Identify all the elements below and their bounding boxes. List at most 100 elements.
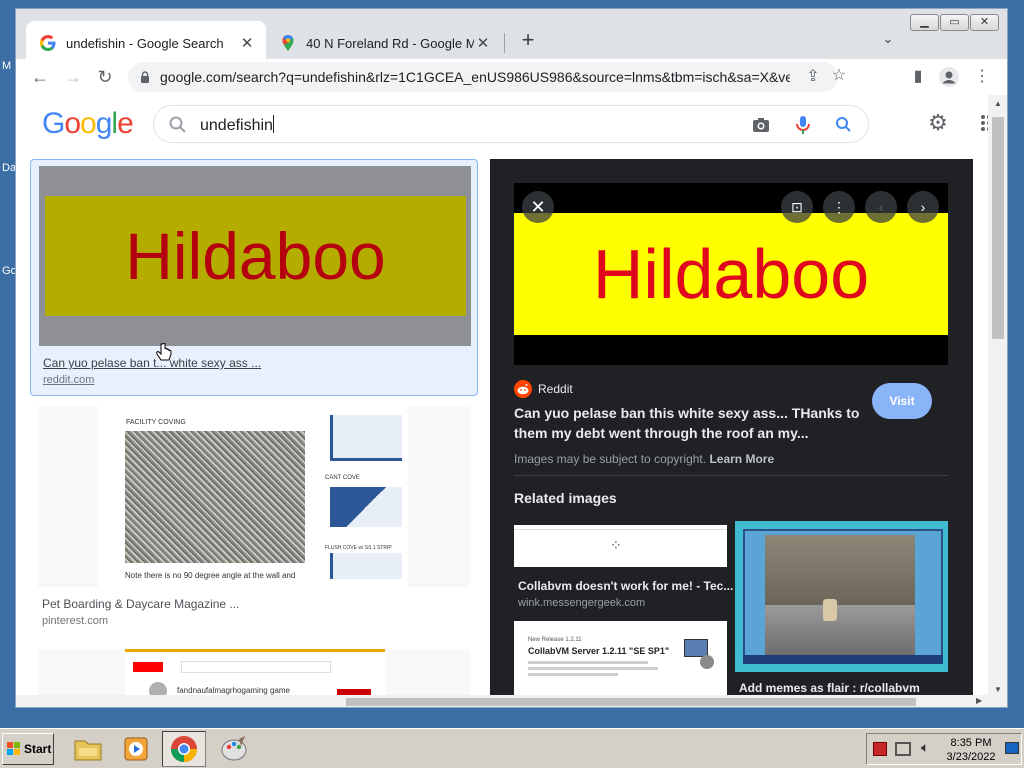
loading-spinner-icon: ⁘ bbox=[610, 537, 622, 553]
related-images-heading: Related images bbox=[514, 490, 617, 506]
image-result[interactable]: FACILITY COVING CANT COVE FLUSH COVE w/ … bbox=[30, 407, 478, 637]
taskbar: Start 🔈︎ 8:35 PM 3/23/2022 bbox=[0, 728, 1024, 768]
thumbnail-text: Note there is no 90 degree angle at the … bbox=[125, 571, 296, 580]
microphone-icon[interactable] bbox=[793, 115, 813, 135]
preview-site-name: Reddit bbox=[538, 382, 573, 396]
google-logo[interactable]: Google bbox=[42, 107, 134, 141]
address-text[interactable]: google.com/search?q=undefishin&rlz=1C1GC… bbox=[160, 69, 790, 85]
search-icon bbox=[169, 116, 186, 133]
learn-more-link[interactable]: Learn More bbox=[709, 452, 774, 466]
result-source[interactable]: pinterest.com bbox=[42, 615, 108, 627]
gear-icon[interactable]: ⚙ bbox=[926, 111, 950, 135]
related-source[interactable]: wink.messengergeek.com bbox=[518, 597, 645, 609]
preview-title[interactable]: Can yuo pelase ban this white sexy ass..… bbox=[514, 403, 869, 443]
previous-arrow-icon[interactable]: ‹ bbox=[865, 191, 897, 223]
vertical-scrollbar[interactable]: ▲ ▼ bbox=[988, 95, 1007, 707]
file-explorer-taskbar-icon[interactable] bbox=[66, 731, 110, 767]
profile-avatar[interactable] bbox=[938, 66, 960, 88]
related-image[interactable]: ⁘ Collabvm doesn't work for me! - Tec...… bbox=[514, 525, 733, 617]
related-thumbnail[interactable]: New Release 1.2.11 CollabVM Server 1.2.1… bbox=[514, 621, 727, 699]
search-input[interactable]: undefishin bbox=[200, 115, 274, 135]
tab-strip: undefishin - Google Search ✕ 40 N Forela… bbox=[16, 9, 1007, 65]
media-player-taskbar-icon[interactable] bbox=[114, 731, 158, 767]
copyright-notice: Images may be subject to copyright. Lear… bbox=[514, 452, 775, 466]
start-button[interactable]: Start bbox=[2, 733, 54, 765]
desktop-icon-label[interactable]: M bbox=[2, 60, 11, 72]
scrollbar-thumb[interactable] bbox=[346, 698, 916, 706]
image-result[interactable]: Hildaboo Can yuo pelase ban t... white s… bbox=[30, 159, 478, 396]
tab-label: 40 N Foreland Rd - Google Maps bbox=[306, 35, 474, 51]
show-desktop-icon[interactable] bbox=[1005, 742, 1019, 754]
windows-logo-icon bbox=[7, 742, 20, 755]
share-icon[interactable]: ⇪ bbox=[804, 68, 822, 86]
related-thumbnail[interactable]: ⁘ bbox=[514, 525, 727, 567]
chevron-down-icon[interactable]: ⌄ bbox=[878, 31, 898, 51]
thumbnail-text: FLUSH COVE w/ SS 1 STRIP bbox=[325, 545, 392, 551]
thumbnail-text: Hildaboo bbox=[125, 219, 386, 293]
close-icon[interactable]: ✕ bbox=[474, 34, 492, 52]
security-alert-icon[interactable] bbox=[873, 742, 887, 756]
divider bbox=[514, 475, 948, 476]
preview-site[interactable]: Reddit bbox=[514, 380, 573, 398]
preview-image-text: Hildaboo bbox=[592, 235, 870, 313]
more-options-icon[interactable]: ⋮ bbox=[823, 191, 855, 223]
result-thumbnail[interactable]: Hildaboo bbox=[39, 166, 471, 346]
volume-icon[interactable]: 🔈︎ bbox=[921, 739, 929, 756]
thumbnail-text: New Release 1.2.11 bbox=[528, 637, 582, 643]
search-submit-icon[interactable] bbox=[834, 115, 854, 135]
related-image[interactable]: Add memes as flair : r/collabvm bbox=[735, 521, 948, 699]
scrollbar-thumb[interactable] bbox=[992, 117, 1004, 339]
camera-icon[interactable] bbox=[751, 115, 771, 135]
reddit-icon bbox=[514, 380, 532, 398]
more-menu-icon[interactable]: ⋮ bbox=[971, 66, 993, 88]
clock-date: 3/23/2022 bbox=[946, 751, 996, 763]
bookmark-star-icon[interactable]: ☆ bbox=[830, 67, 848, 85]
new-tab-plus-icon[interactable]: + bbox=[516, 29, 540, 53]
search-bar[interactable]: undefishin bbox=[153, 105, 869, 143]
reload-icon[interactable]: ↻ bbox=[94, 66, 116, 88]
thumbnail-text: fandnaufalmagrhogaming game bbox=[177, 686, 290, 695]
next-arrow-icon[interactable]: › bbox=[907, 191, 939, 223]
visit-button[interactable]: Visit bbox=[872, 383, 932, 419]
scroll-up-arrow-icon[interactable]: ▲ bbox=[994, 99, 1002, 108]
thumbnail-text: CANT COVE bbox=[325, 475, 360, 481]
desktop-icon-label[interactable]: Da bbox=[2, 162, 16, 174]
related-title[interactable]: Add memes as flair : r/collabvm bbox=[739, 681, 920, 695]
preview-image[interactable]: Hildaboo ✕ ⊡ ⋮ ‹ › bbox=[514, 183, 948, 365]
network-icon[interactable] bbox=[895, 742, 911, 756]
thumbnail-text: CollabVM Server 1.2.11 "SE SP1" bbox=[528, 646, 670, 656]
browser-toolbar: ← → ↻ google.com/search?q=undefishin&rlz… bbox=[16, 59, 1007, 95]
clock[interactable]: 8:35 PM 3/23/2022 bbox=[943, 736, 999, 764]
result-title[interactable]: Pet Boarding & Daycare Magazine ... bbox=[42, 597, 239, 611]
tab-label: undefishin - Google Search bbox=[66, 35, 224, 51]
scroll-right-arrow-icon[interactable]: ▶ bbox=[976, 696, 982, 705]
forward-arrow-icon[interactable]: → bbox=[62, 66, 84, 88]
result-thumbnail[interactable]: FACILITY COVING CANT COVE FLUSH COVE w/ … bbox=[38, 407, 470, 587]
lens-search-icon[interactable]: ⊡ bbox=[781, 191, 813, 223]
related-title[interactable]: Collabvm doesn't work for me! - Tec... bbox=[518, 579, 733, 593]
youtube-logo bbox=[133, 662, 163, 672]
maps-pin-icon bbox=[282, 35, 294, 51]
person-icon bbox=[939, 67, 959, 87]
paint-taskbar-icon[interactable] bbox=[212, 731, 256, 767]
close-icon[interactable]: ✕ bbox=[522, 191, 554, 223]
address-bar[interactable]: google.com/search?q=undefishin&rlz=1C1GC… bbox=[128, 62, 846, 92]
related-thumbnail[interactable] bbox=[735, 521, 948, 672]
result-source[interactable]: reddit.com bbox=[43, 374, 94, 386]
hand-cursor-icon bbox=[156, 343, 172, 361]
start-label: Start bbox=[24, 742, 52, 756]
result-title[interactable]: Can yuo pelase ban t... white sexy ass .… bbox=[43, 356, 261, 370]
scroll-down-arrow-icon[interactable]: ▼ bbox=[994, 685, 1002, 694]
back-arrow-icon[interactable]: ← bbox=[29, 66, 51, 88]
chrome-taskbar-icon[interactable] bbox=[162, 731, 206, 767]
thumbnail-text: FACILITY COVING bbox=[126, 419, 186, 426]
related-image[interactable]: New Release 1.2.11 CollabVM Server 1.2.1… bbox=[514, 621, 727, 699]
close-icon[interactable]: ✕ bbox=[238, 34, 256, 52]
lock-icon[interactable] bbox=[140, 71, 150, 83]
close-window-button[interactable]: ✕ bbox=[970, 14, 999, 31]
maximize-button[interactable]: ▭ bbox=[940, 14, 969, 31]
minimize-button[interactable]: ▁ bbox=[910, 14, 939, 31]
side-panel-icon[interactable]: ▮ bbox=[907, 66, 929, 88]
clock-time: 8:35 PM bbox=[950, 737, 992, 749]
horizontal-scrollbar[interactable]: ▶ bbox=[16, 695, 988, 707]
